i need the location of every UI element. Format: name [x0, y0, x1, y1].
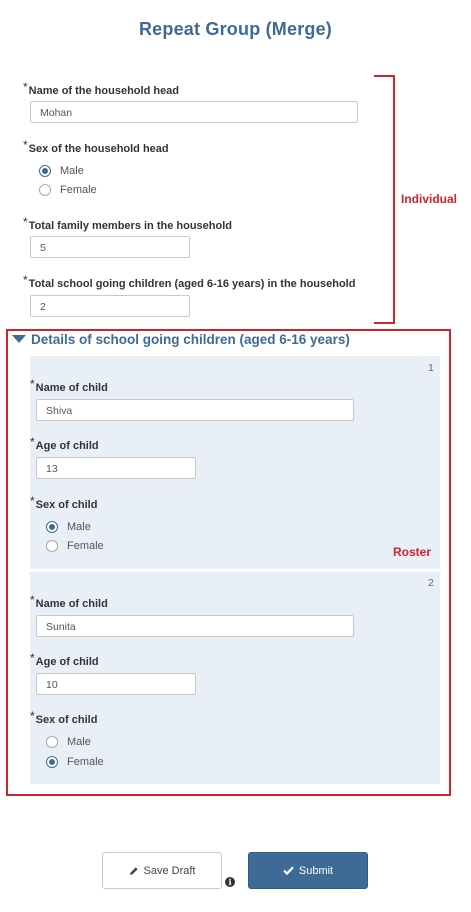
radio-option-child1-male[interactable]: Male: [46, 520, 91, 534]
check-icon: [283, 866, 294, 875]
save-draft-label: Save Draft: [143, 864, 196, 877]
group-title-text: Details of school going children (aged 6…: [31, 332, 350, 347]
radio-label: Female: [67, 756, 104, 768]
question-label-child-sex: *Sex of child: [30, 709, 98, 726]
required-marker: *: [30, 709, 35, 723]
question-text: Name of child: [35, 382, 108, 394]
roster-annotation: Roster: [393, 545, 432, 559]
family-members-input[interactable]: 5: [30, 236, 190, 258]
question-text: Age of child: [35, 656, 99, 668]
question-text: Sex of child: [35, 714, 98, 726]
question-label-school-children: *Total school going children (aged 6-16 …: [23, 273, 356, 290]
radio-selected-icon[interactable]: [46, 521, 58, 533]
head-name-input[interactable]: Mohan: [30, 101, 358, 123]
required-marker: *: [30, 593, 35, 607]
question-label-head-name: *Name of the household head: [23, 80, 180, 97]
required-marker: *: [30, 494, 35, 508]
radio-label: Male: [67, 521, 91, 533]
radio-option-head-male[interactable]: Male: [39, 164, 84, 178]
radio-unselected-icon[interactable]: [46, 540, 58, 552]
repeat-number: 1: [428, 362, 434, 374]
question-text: Total school going children (aged 6-16 y…: [28, 278, 356, 290]
question-text: Name of child: [35, 598, 108, 610]
child-name-input[interactable]: Shiva: [36, 399, 354, 421]
child-name-input[interactable]: Sunita: [36, 615, 354, 637]
radio-label: Female: [60, 184, 97, 196]
radio-option-child2-female[interactable]: Female: [46, 755, 104, 769]
submit-label: Submit: [298, 864, 334, 877]
required-marker: *: [23, 80, 28, 94]
required-marker: *: [30, 377, 35, 391]
question-label-child-age: *Age of child: [30, 435, 99, 452]
save-draft-button[interactable]: Save Draft: [102, 852, 222, 889]
question-label-child-sex: *Sex of child: [30, 494, 98, 511]
question-text: Total family members in the household: [28, 220, 232, 232]
radio-label: Female: [67, 540, 104, 552]
question-text: Sex of the household head: [28, 143, 169, 155]
school-children-input[interactable]: 2: [30, 295, 190, 317]
individual-annotation: Individual: [401, 192, 458, 206]
question-label-child-age: *Age of child: [30, 651, 99, 668]
collapse-triangle-icon[interactable]: [12, 335, 26, 343]
question-text: Name of the household head: [28, 85, 180, 97]
child-age-input[interactable]: 10: [36, 673, 196, 695]
info-icon[interactable]: i: [225, 877, 235, 887]
radio-option-child2-male[interactable]: Male: [46, 735, 91, 749]
radio-label: Male: [67, 736, 91, 748]
required-marker: *: [30, 651, 35, 665]
radio-label: Male: [60, 165, 84, 177]
pencil-icon: [129, 866, 138, 875]
submit-button[interactable]: Submit: [248, 852, 368, 889]
radio-option-head-female[interactable]: Female: [39, 183, 97, 197]
repeat-number: 2: [428, 577, 434, 589]
child-age-input[interactable]: 13: [36, 457, 196, 479]
individual-bracket: [374, 75, 395, 324]
required-marker: *: [23, 138, 28, 152]
required-marker: *: [23, 273, 28, 287]
question-label-head-sex: *Sex of the household head: [23, 138, 169, 155]
radio-option-child1-female[interactable]: Female: [46, 539, 104, 553]
question-text: Age of child: [35, 440, 99, 452]
repeat-group-title[interactable]: Details of school going children (aged 6…: [12, 332, 350, 347]
question-text: Sex of child: [35, 499, 98, 511]
radio-unselected-icon[interactable]: [46, 736, 58, 748]
radio-unselected-icon[interactable]: [39, 184, 51, 196]
radio-selected-icon[interactable]: [46, 756, 58, 768]
page-title: Repeat Group (Merge): [138, 19, 333, 39]
question-label-child-name: *Name of child: [30, 593, 108, 610]
required-marker: *: [23, 215, 28, 229]
question-label-child-name: *Name of child: [30, 377, 108, 394]
question-label-family-members: *Total family members in the household: [23, 215, 232, 232]
radio-selected-icon[interactable]: [39, 165, 51, 177]
required-marker: *: [30, 435, 35, 449]
